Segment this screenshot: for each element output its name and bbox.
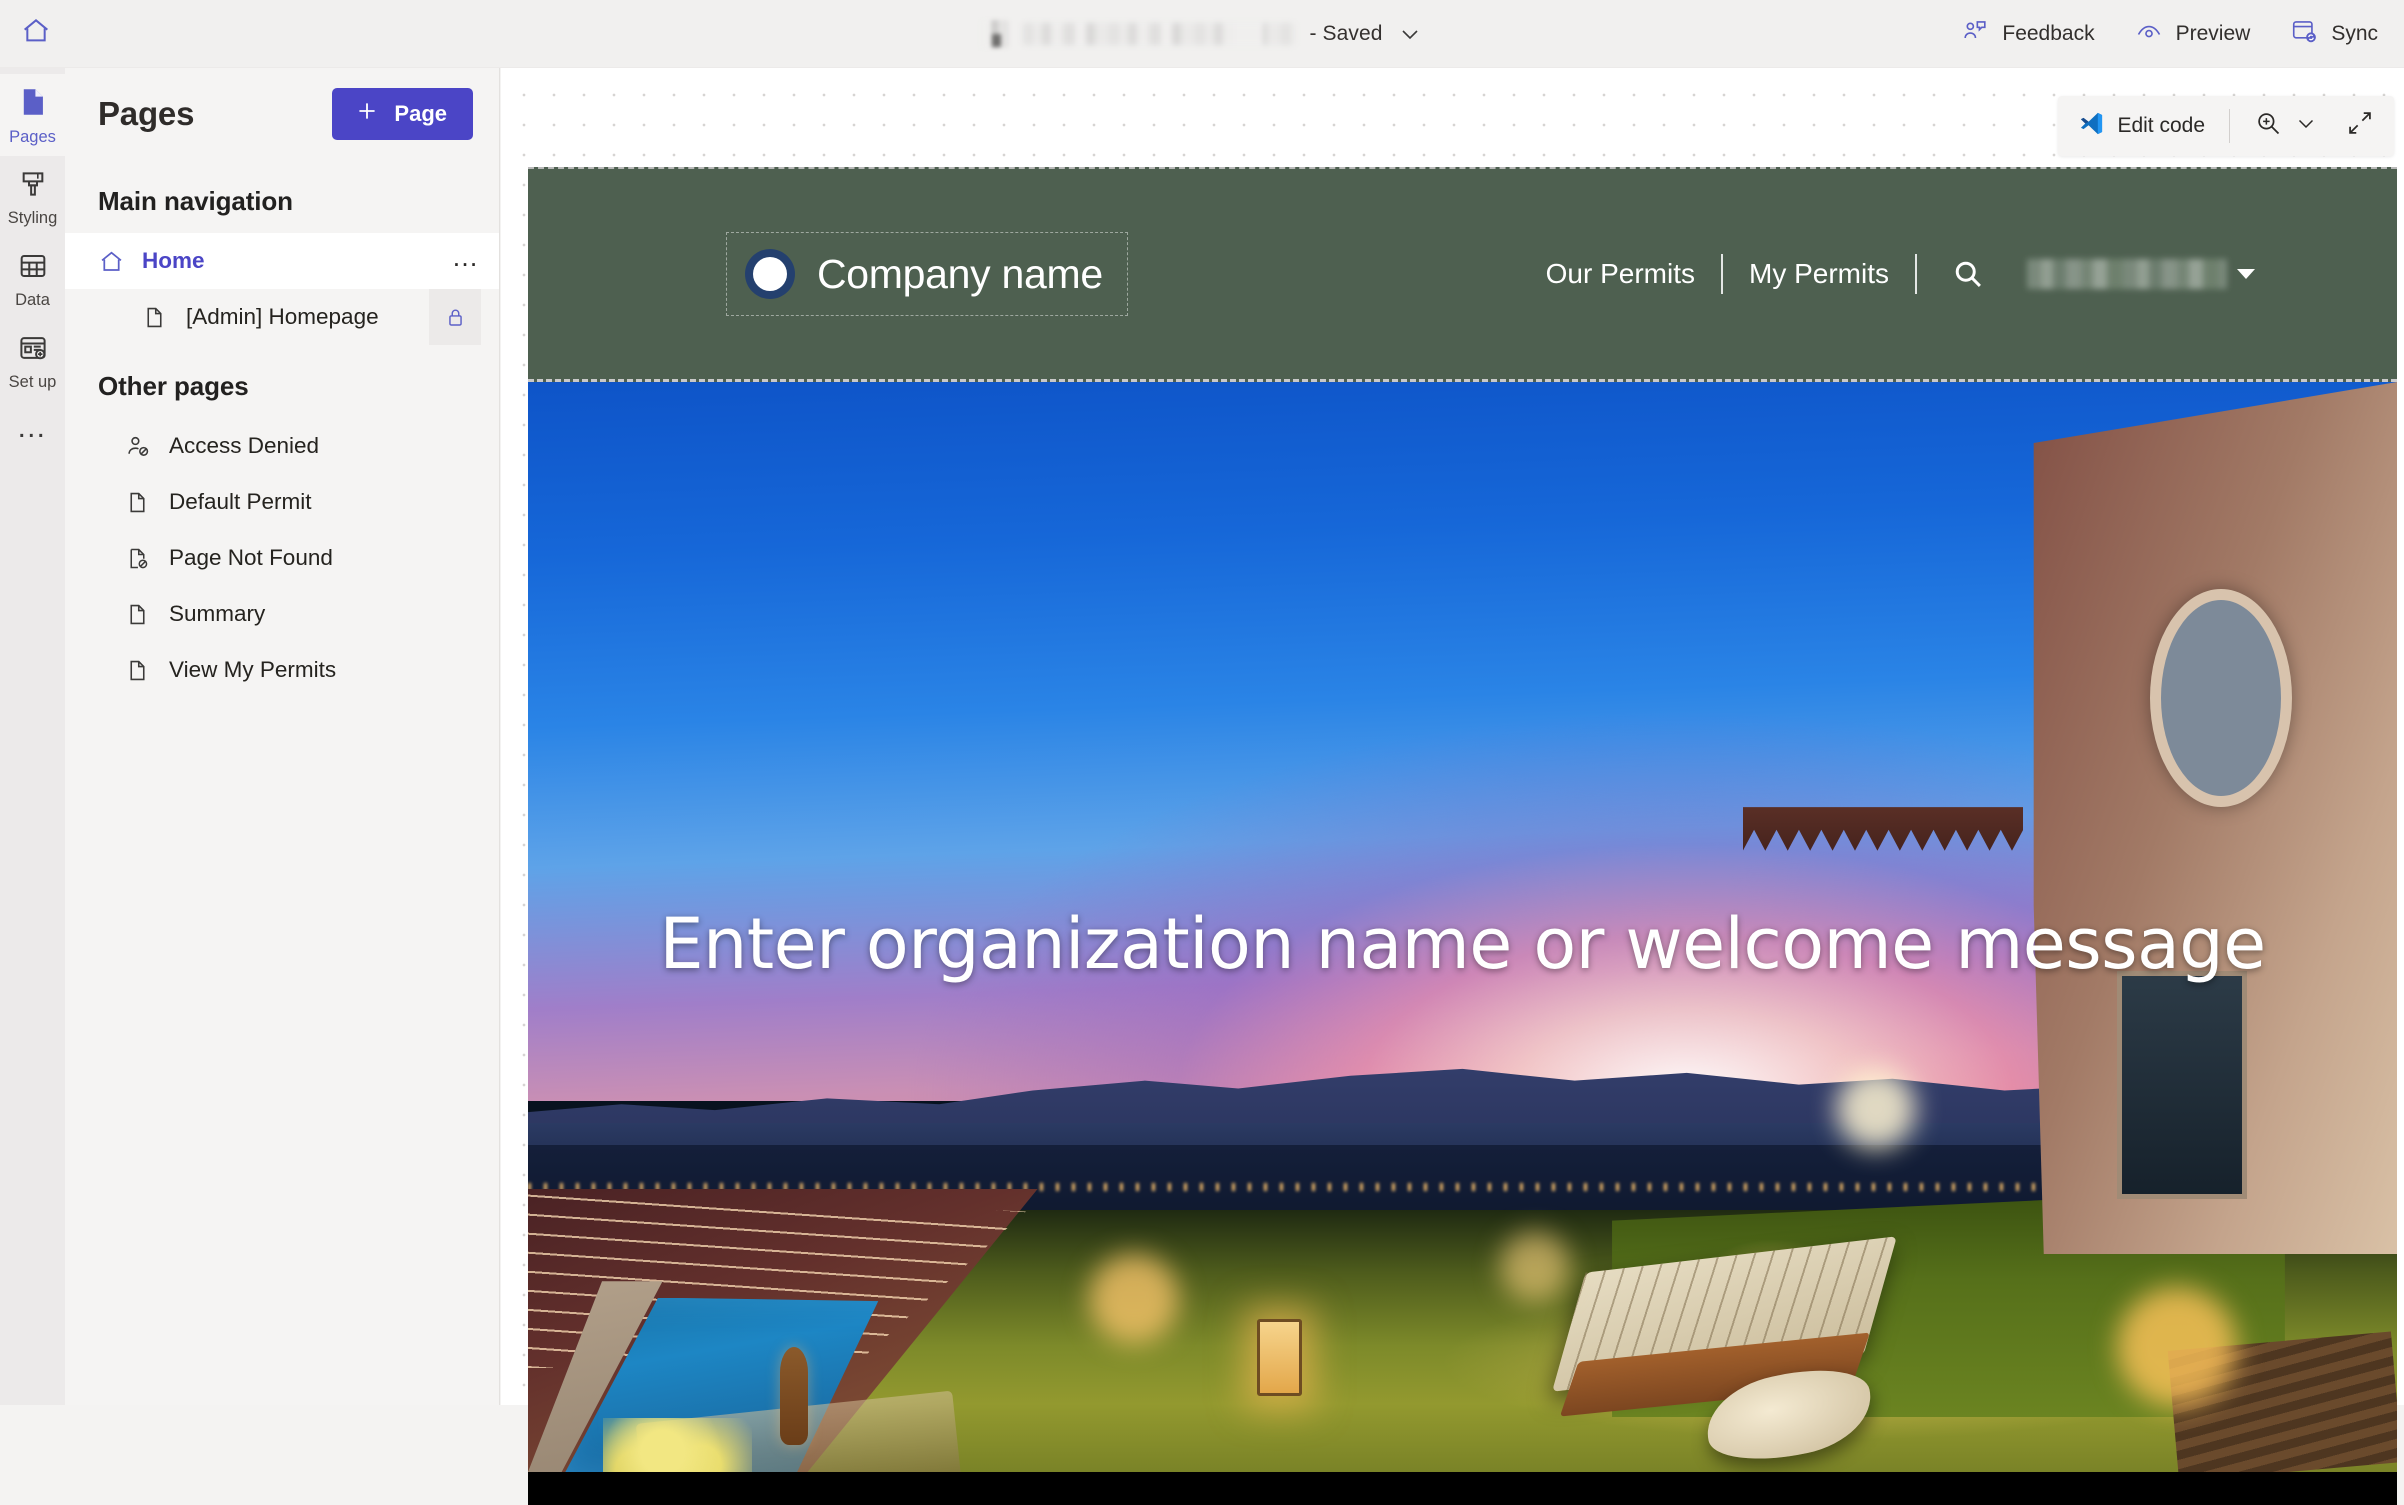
title-chevron-down-icon[interactable] bbox=[1397, 21, 1423, 47]
sidebar-item-home[interactable]: Home … bbox=[65, 233, 499, 289]
hero-heading[interactable]: Enter organization name or welcome messa… bbox=[528, 903, 2397, 985]
company-name: Company name bbox=[817, 250, 1103, 297]
site-navigation: Our Permits My Permits bbox=[1520, 254, 2255, 294]
paintbrush-icon bbox=[17, 168, 49, 205]
rail-item-styling[interactable]: Styling bbox=[0, 156, 65, 238]
chevron-down-icon bbox=[2294, 111, 2318, 141]
rail-item-pages[interactable]: Pages bbox=[0, 74, 65, 156]
add-page-button[interactable]: Page bbox=[332, 88, 473, 140]
round-window bbox=[2150, 589, 2293, 808]
nav-link-my-permits[interactable]: My Permits bbox=[1723, 258, 1915, 290]
sidebar-item-label: View My Permits bbox=[169, 657, 337, 682]
hero-section[interactable]: Enter organization name or welcome messa… bbox=[528, 382, 2397, 1472]
power-pages-design-studio: - Saved Feedback Preview Sync Pages Styl… bbox=[0, 0, 2404, 1505]
app-icon-redacted bbox=[981, 20, 1010, 48]
left-navigation-rail: Pages Styling Data Set up … bbox=[0, 68, 65, 1405]
lock-icon[interactable] bbox=[429, 289, 481, 345]
expand-diagonal-icon bbox=[2346, 109, 2374, 143]
canvas-toolbar: Edit code bbox=[2058, 96, 2394, 156]
preview-button[interactable]: Preview bbox=[2119, 11, 2267, 57]
rail-label-setup: Set up bbox=[8, 372, 57, 391]
page-document-icon bbox=[16, 85, 50, 124]
page-outline-icon bbox=[125, 602, 163, 627]
rail-item-setup[interactable]: Set up bbox=[0, 320, 65, 402]
sidebar-item-default-permit[interactable]: Default Permit bbox=[65, 474, 499, 530]
sidebar-item-label: [Admin] Homepage bbox=[186, 304, 379, 329]
site-header: Company name Our Permits My Permits bbox=[528, 167, 2397, 382]
vscode-icon bbox=[2078, 110, 2105, 143]
magnifier-plus-icon bbox=[2254, 109, 2282, 143]
sidebar-item-admin-homepage[interactable]: [Admin] Homepage bbox=[65, 289, 499, 345]
group-title-main-navigation: Main navigation bbox=[98, 186, 293, 216]
sidebar-item-label: Summary bbox=[169, 601, 266, 626]
person-denied-icon bbox=[125, 433, 163, 459]
site-title-button[interactable]: - Saved bbox=[981, 20, 1422, 48]
toolbar-divider bbox=[2229, 109, 2230, 143]
saved-status: - Saved bbox=[1309, 22, 1383, 45]
edit-code-label: Edit code bbox=[2117, 114, 2205, 137]
sidebar-item-label: Access Denied bbox=[169, 433, 320, 458]
topbar-actions: Feedback Preview Sync bbox=[1941, 0, 2404, 68]
preview-label: Preview bbox=[2175, 22, 2251, 45]
sidebar-item-label: Page Not Found bbox=[169, 545, 333, 570]
expand-canvas-button[interactable] bbox=[2332, 102, 2388, 150]
flowers bbox=[602, 1417, 753, 1472]
site-brand[interactable]: Company name bbox=[726, 232, 1128, 316]
page-denied-icon bbox=[125, 546, 163, 571]
home-icon bbox=[20, 15, 52, 52]
eye-preview-icon bbox=[2135, 17, 2163, 51]
home-row-more-icon[interactable]: … bbox=[452, 244, 482, 271]
sidebar-item-label: Default Permit bbox=[169, 489, 312, 514]
home-button[interactable] bbox=[0, 0, 72, 68]
setup-gear-window-icon bbox=[17, 332, 49, 369]
sidebar-item-label: Home bbox=[142, 248, 205, 273]
design-canvas: Edit code Company name Our Permits My Pe… bbox=[501, 68, 2404, 1505]
circle-swirl-logo-icon bbox=[745, 249, 795, 299]
rail-item-data[interactable]: Data bbox=[0, 238, 65, 320]
zoom-control[interactable] bbox=[2240, 102, 2332, 150]
sync-button[interactable]: Sync bbox=[2274, 11, 2394, 57]
page-outline-icon bbox=[142, 305, 180, 330]
rail-label-styling: Styling bbox=[7, 208, 58, 227]
edit-code-button[interactable]: Edit code bbox=[2064, 102, 2219, 150]
bottle bbox=[780, 1346, 809, 1445]
page-title: Pages bbox=[98, 95, 195, 132]
feedback-label: Feedback bbox=[2002, 22, 2095, 45]
caret-down-icon bbox=[2237, 269, 2255, 279]
sidebar-item-summary[interactable]: Summary bbox=[65, 586, 499, 642]
pages-panel: Pages Page Main navigation Home … [Admin… bbox=[65, 68, 500, 1405]
sidebar-item-view-my-permits[interactable]: View My Permits bbox=[65, 642, 499, 698]
rail-label-pages: Pages bbox=[9, 127, 56, 146]
site-name-redacted bbox=[1023, 23, 1296, 45]
sync-label: Sync bbox=[2331, 22, 2378, 45]
plus-icon bbox=[354, 98, 380, 130]
feedback-button[interactable]: Feedback bbox=[1945, 11, 2110, 57]
group-title-other-pages: Other pages bbox=[98, 371, 249, 401]
top-command-bar: - Saved Feedback Preview Sync bbox=[0, 0, 2404, 68]
sidebar-item-page-not-found[interactable]: Page Not Found bbox=[65, 530, 499, 586]
nav-link-our-permits[interactable]: Our Permits bbox=[1520, 258, 1721, 290]
wooden-bench bbox=[2167, 1331, 2397, 1472]
site-preview: Company name Our Permits My Permits Ente… bbox=[528, 167, 2397, 1505]
user-menu[interactable] bbox=[2027, 259, 2255, 289]
more-horizontal-icon[interactable]: … bbox=[0, 402, 65, 464]
page-outline-icon bbox=[125, 658, 163, 683]
sync-browser-icon bbox=[2290, 17, 2318, 51]
page-outline-icon bbox=[125, 490, 163, 515]
lantern bbox=[1256, 1319, 1302, 1396]
user-name-redacted bbox=[2027, 259, 2227, 289]
search-icon[interactable] bbox=[1917, 257, 2011, 291]
sidebar-item-access-denied[interactable]: Access Denied bbox=[65, 418, 499, 474]
pages-panel-header: Pages Page bbox=[65, 68, 499, 160]
table-grid-icon bbox=[17, 250, 49, 287]
add-page-label: Page bbox=[394, 101, 447, 126]
glass-door bbox=[2116, 970, 2248, 1200]
feedback-person-icon bbox=[1961, 17, 1989, 51]
home-outline-icon bbox=[98, 248, 136, 275]
rail-label-data: Data bbox=[15, 290, 50, 309]
